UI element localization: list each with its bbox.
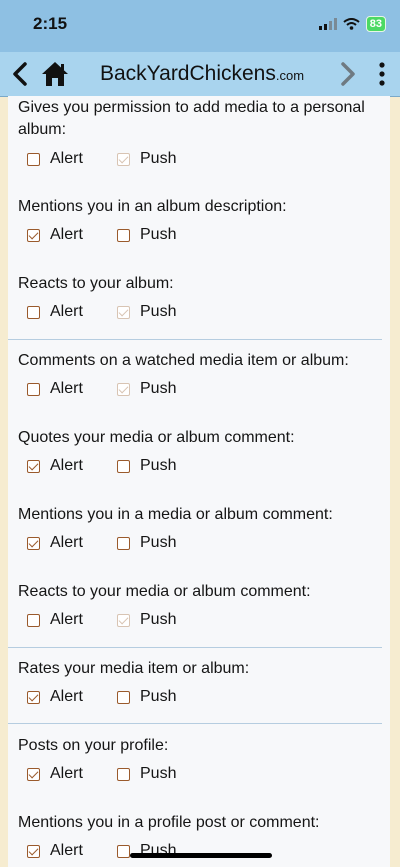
alert-checkbox-row[interactable]: Alert (27, 303, 83, 321)
alert-label: Alert (50, 842, 83, 859)
push-label: Push (140, 765, 177, 782)
push-checkbox-row[interactable]: Push (117, 534, 176, 552)
status-time: 2:15 (33, 14, 68, 33)
home-indicator[interactable] (130, 853, 272, 858)
status-bar: 2:15 83 (0, 0, 400, 52)
alert-checkbox-row[interactable]: Alert (27, 534, 83, 552)
preference-label: Rates your media item or album: (18, 660, 250, 677)
push-checkbox-row[interactable]: Push (117, 303, 176, 321)
preference-label: Mentions you in a profile post or commen… (18, 814, 320, 831)
alert-label: Alert (50, 380, 83, 397)
push-checkbox[interactable] (117, 536, 130, 550)
alert-label: Alert (50, 226, 83, 243)
preference-label: Mentions you in an album description: (18, 198, 287, 215)
alert-checkbox-row[interactable]: Alert (27, 380, 83, 398)
group-divider (8, 723, 382, 724)
alert-label: Alert (50, 150, 83, 167)
alert-checkbox-row[interactable]: Alert (27, 150, 83, 168)
push-label: Push (140, 457, 177, 474)
more-menu-icon[interactable] (372, 60, 392, 88)
push-checkbox[interactable] (117, 305, 130, 319)
push-label: Push (140, 611, 177, 628)
alert-checkbox-row[interactable]: Alert (27, 226, 83, 244)
preference-label: Gives you permission to add media to a p… (18, 99, 365, 116)
push-checkbox[interactable] (117, 152, 130, 166)
alert-label: Alert (50, 611, 83, 628)
alert-checkbox-row[interactable]: Alert (27, 457, 83, 475)
signal-icon (318, 18, 337, 30)
push-checkbox-row[interactable]: Push (117, 457, 176, 475)
battery-icon: 83 (365, 16, 386, 32)
push-checkbox[interactable] (117, 613, 130, 627)
push-label: Push (140, 688, 177, 705)
browser-nav-bar: BackYardChickens.com (0, 52, 400, 97)
alert-checkbox[interactable] (27, 536, 40, 550)
home-icon[interactable] (40, 59, 70, 89)
push-checkbox[interactable] (117, 690, 130, 704)
alert-checkbox[interactable] (27, 767, 40, 781)
alert-checkbox[interactable] (27, 613, 40, 627)
alert-checkbox[interactable] (27, 228, 40, 242)
push-checkbox-row[interactable]: Push (117, 150, 176, 168)
notification-preferences-list: Gives you permission to add media to a p… (8, 96, 390, 867)
push-label: Push (140, 534, 177, 551)
push-checkbox-row[interactable]: Push (117, 226, 176, 244)
push-label: Push (140, 226, 177, 243)
group-divider (8, 647, 382, 648)
push-checkbox[interactable] (117, 459, 130, 473)
alert-checkbox[interactable] (27, 459, 40, 473)
preference-label: Mentions you in a media or album comment… (18, 506, 333, 523)
push-checkbox-row[interactable]: Push (117, 611, 176, 629)
push-checkbox[interactable] (117, 382, 130, 396)
push-checkbox-row[interactable]: Push (117, 688, 176, 706)
wifi-icon (343, 18, 360, 30)
alert-checkbox-row[interactable]: Alert (27, 765, 83, 783)
push-checkbox[interactable] (117, 844, 130, 858)
push-checkbox-row[interactable]: Push (117, 380, 176, 398)
push-checkbox-row[interactable]: Push (117, 765, 176, 783)
site-title-main: BackYardChickens (100, 62, 276, 85)
push-checkbox[interactable] (117, 228, 130, 242)
alert-checkbox-row[interactable]: Alert (27, 611, 83, 629)
alert-checkbox-row[interactable]: Alert (27, 688, 83, 706)
alert-checkbox[interactable] (27, 152, 40, 166)
group-divider (8, 339, 382, 340)
push-checkbox[interactable] (117, 767, 130, 781)
alert-label: Alert (50, 534, 83, 551)
preference-label: Quotes your media or album comment: (18, 429, 295, 446)
alert-label: Alert (50, 688, 83, 705)
alert-checkbox[interactable] (27, 382, 40, 396)
push-label: Push (140, 303, 177, 320)
alert-checkbox[interactable] (27, 305, 40, 319)
forward-arrow-icon[interactable] (334, 61, 360, 87)
alert-checkbox-row[interactable]: Alert (27, 842, 83, 860)
preference-label: Posts on your profile: (18, 737, 169, 754)
back-arrow-icon[interactable] (8, 61, 34, 87)
status-icons: 83 (318, 16, 386, 32)
alert-label: Alert (50, 765, 83, 782)
alert-label: Alert (50, 303, 83, 320)
alert-checkbox[interactable] (27, 690, 40, 704)
push-label: Push (140, 150, 177, 167)
alert-label: Alert (50, 457, 83, 474)
site-title[interactable]: BackYardChickens.com (100, 62, 304, 86)
preference-label: Comments on a watched media item or albu… (18, 352, 349, 369)
push-label: Push (140, 380, 177, 397)
preference-label-continued: album: (18, 121, 67, 138)
alert-checkbox[interactable] (27, 844, 40, 858)
preference-label: Reacts to your album: (18, 275, 174, 292)
site-title-tld: .com (275, 68, 305, 83)
preference-label: Reacts to your media or album comment: (18, 583, 311, 600)
